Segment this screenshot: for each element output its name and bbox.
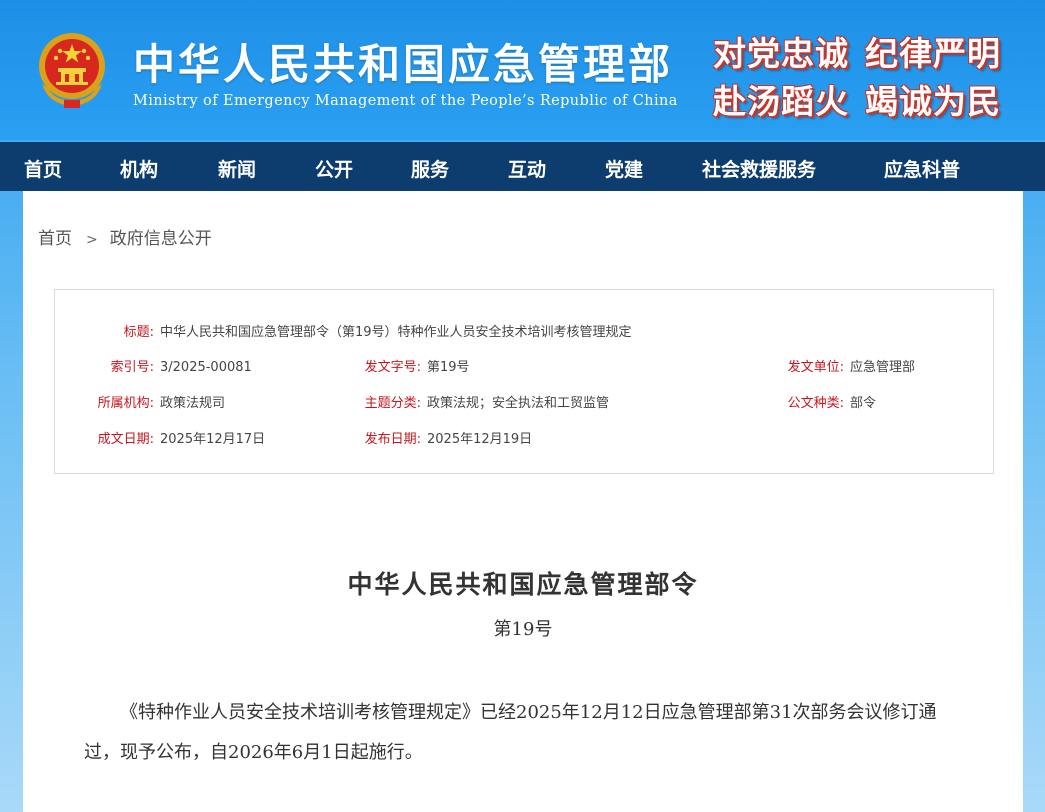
site-subtitle: Ministry of Emergency Management of the … bbox=[133, 93, 678, 109]
breadcrumb-current[interactable]: 政府信息公开 bbox=[110, 229, 212, 249]
slogan-phrase: 竭诚为民 bbox=[865, 82, 1001, 121]
national-emblem-icon bbox=[39, 33, 105, 108]
main-nav: 首页 机构 新闻 公开 服务 互动 党建 社会救援服务 应急科普 bbox=[0, 142, 1045, 191]
meta-org-value: 政策法规司 bbox=[160, 396, 226, 411]
meta-type: 公文种类: 部令 bbox=[764, 392, 876, 411]
slogan-line-1: 对党忠诚 纪律严明 bbox=[713, 27, 1001, 75]
document-number: 第19号 bbox=[493, 619, 553, 640]
nav-item-interaction[interactable]: 互动 bbox=[508, 155, 546, 182]
meta-org-label: 所属机构: bbox=[97, 396, 154, 411]
nav-item-disclosure[interactable]: 公开 bbox=[315, 155, 353, 182]
document-metadata-table: 标题: 中华人民共和国应急管理部令（第19号）特种作业人员安全技术培训考核管理规定… bbox=[54, 289, 994, 474]
meta-written-date-label: 成文日期: bbox=[97, 432, 154, 447]
slogan-phrase: 对党忠诚 bbox=[713, 34, 849, 73]
meta-docno-label: 发文字号: bbox=[364, 360, 421, 375]
document-title: 中华人民共和国应急管理部令 bbox=[347, 570, 699, 599]
meta-issuer-value: 应急管理部 bbox=[850, 360, 916, 375]
nav-item-services[interactable]: 服务 bbox=[411, 155, 449, 182]
meta-issuer: 发文单位: 应急管理部 bbox=[764, 356, 915, 375]
meta-published-date-label: 发布日期: bbox=[364, 432, 421, 447]
meta-type-label: 公文种类: bbox=[787, 396, 844, 411]
meta-published-date-value: 2025年12月19日 bbox=[427, 432, 533, 447]
breadcrumb-home[interactable]: 首页 bbox=[38, 229, 72, 249]
meta-index: 索引号: 3/2025-00081 bbox=[75, 356, 252, 375]
nav-item-home[interactable]: 首页 bbox=[24, 155, 62, 182]
meta-type-value: 部令 bbox=[850, 396, 877, 411]
meta-topic-label: 主题分类: bbox=[364, 396, 421, 411]
meta-docno: 发文字号: 第19号 bbox=[341, 356, 470, 375]
breadcrumb: 首页 > 政府信息公开 bbox=[38, 224, 212, 249]
site-header: 中华人民共和国应急管理部 Ministry of Emergency Manag… bbox=[0, 0, 1045, 140]
slogan-phrase: 赴汤蹈火 bbox=[713, 82, 849, 121]
nav-item-rescue-services[interactable]: 社会救援服务 bbox=[702, 155, 816, 182]
meta-topic: 主题分类: 政策法规；安全执法和工贸监管 bbox=[341, 392, 609, 411]
meta-written-date: 成文日期: 2025年12月17日 bbox=[75, 428, 266, 447]
meta-docno-value: 第19号 bbox=[427, 360, 470, 375]
slogan-line-2: 赴汤蹈火 竭诚为民 bbox=[713, 75, 1001, 123]
meta-published-date: 发布日期: 2025年12月19日 bbox=[341, 428, 533, 447]
meta-written-date-value: 2025年12月17日 bbox=[160, 432, 266, 447]
nav-item-science[interactable]: 应急科普 bbox=[884, 155, 960, 182]
meta-title-value: 中华人民共和国应急管理部令（第19号）特种作业人员安全技术培训考核管理规定 bbox=[160, 325, 632, 340]
meta-topic-value: 政策法规；安全执法和工贸监管 bbox=[427, 396, 610, 411]
document-body: 《特种作业人员安全技术培训考核管理规定》已经2025年12月12日应急管理部第3… bbox=[84, 702, 937, 763]
content-card: 首页 > 政府信息公开 标题: 中华人民共和国应急管理部令（第19号）特种作业人员安全… bbox=[23, 191, 1023, 812]
site-title[interactable]: 中华人民共和国应急管理部 bbox=[133, 31, 673, 92]
meta-org: 所属机构: 政策法规司 bbox=[75, 392, 225, 411]
meta-index-value: 3/2025-00081 bbox=[160, 360, 252, 375]
breadcrumb-separator: > bbox=[86, 232, 98, 248]
meta-title-label: 标题: bbox=[123, 325, 154, 340]
meta-index-label: 索引号: bbox=[110, 360, 154, 375]
nav-item-party[interactable]: 党建 bbox=[605, 155, 643, 182]
slogan-phrase: 纪律严明 bbox=[865, 34, 1001, 73]
nav-item-news[interactable]: 新闻 bbox=[218, 155, 256, 182]
nav-item-organization[interactable]: 机构 bbox=[120, 155, 158, 182]
meta-issuer-label: 发文单位: bbox=[787, 360, 844, 375]
meta-title: 标题: 中华人民共和国应急管理部令（第19号）特种作业人员安全技术培训考核管理规定 bbox=[75, 321, 632, 340]
